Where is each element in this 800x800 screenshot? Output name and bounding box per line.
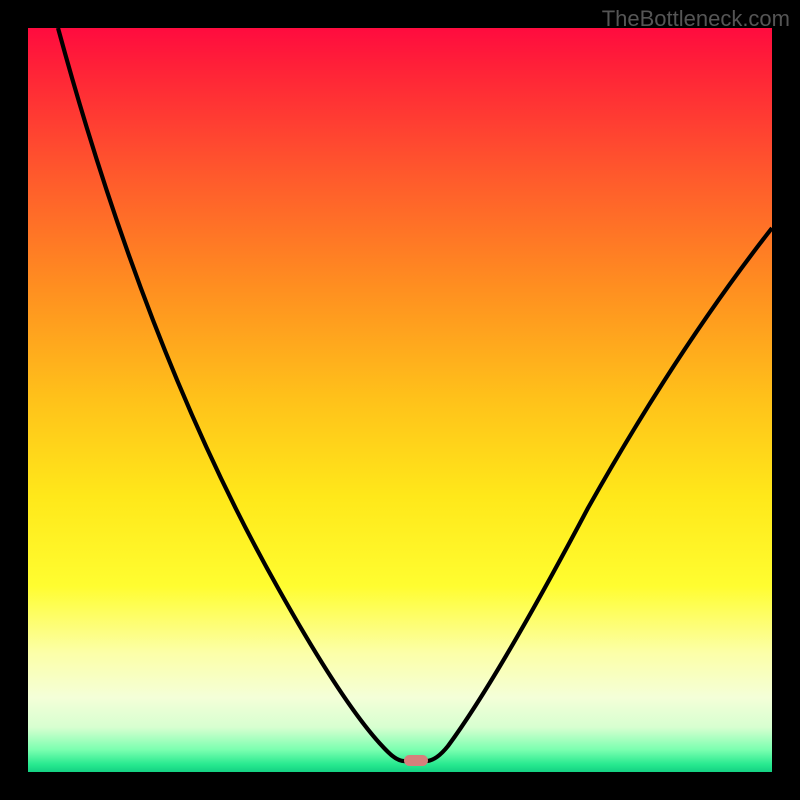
curve-left (58, 28, 406, 761)
watermark-text: TheBottleneck.com (602, 6, 790, 32)
chart-area (28, 28, 772, 772)
optimal-marker (404, 755, 428, 766)
curve-right (426, 228, 772, 761)
bottleneck-curve (28, 28, 772, 772)
